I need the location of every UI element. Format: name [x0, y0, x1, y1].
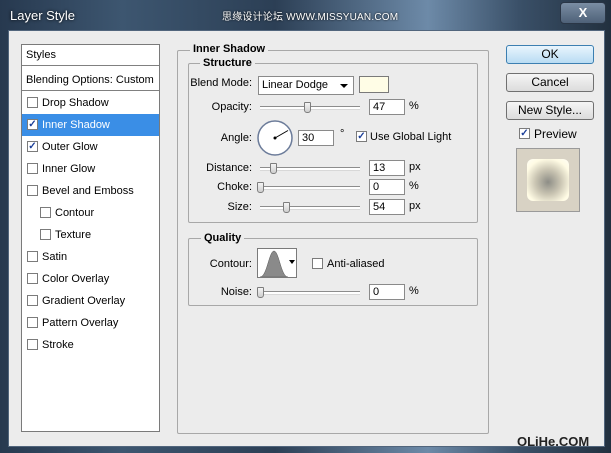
contour-curve-icon — [259, 250, 289, 277]
anti-aliased-checkbox[interactable] — [312, 258, 323, 269]
contour-picker[interactable] — [257, 248, 297, 278]
styles-header[interactable]: Styles — [22, 45, 159, 66]
style-item-label: Satin — [42, 251, 68, 263]
noise-slider-thumb[interactable] — [257, 287, 264, 298]
style-item-label: Inner Glow — [42, 163, 96, 175]
angle-dial[interactable] — [256, 119, 294, 157]
size-input[interactable]: 54 — [369, 199, 405, 215]
style-item-checkbox[interactable] — [27, 119, 38, 130]
style-item-stroke[interactable]: Stroke — [22, 334, 159, 356]
style-item-checkbox[interactable] — [27, 295, 38, 306]
style-item-checkbox[interactable] — [40, 207, 51, 218]
style-item-color-overlay[interactable]: Color Overlay — [22, 268, 159, 290]
size-label: Size: — [227, 201, 252, 213]
style-item-checkbox[interactable] — [27, 163, 38, 174]
style-item-pattern-overlay[interactable]: Pattern Overlay — [22, 312, 159, 334]
style-item-checkbox[interactable] — [27, 273, 38, 284]
choke-slider-track[interactable] — [260, 186, 360, 190]
angle-degree-unit: ° — [340, 128, 345, 140]
styles-list: Styles Blending Options: Custom Drop Sha… — [21, 44, 160, 432]
style-item-label: Bevel and Emboss — [42, 185, 134, 197]
opacity-label: Opacity: — [211, 101, 252, 113]
style-item-inner-shadow[interactable]: Inner Shadow — [22, 114, 159, 136]
style-item-checkbox[interactable] — [27, 185, 38, 196]
size-unit: px — [409, 200, 421, 212]
watermark-text: 思缘设计论坛 WWW.MISSYUAN.COM — [222, 12, 399, 23]
footer-watermark: OLiHe.COM — [517, 434, 590, 449]
choke-input[interactable]: 0 — [369, 179, 405, 195]
use-global-light-label: Use Global Light — [370, 131, 452, 143]
style-item-label: Color Overlay — [42, 273, 110, 285]
style-item-label: Outer Glow — [42, 141, 98, 153]
style-item-texture[interactable]: Texture — [22, 224, 159, 246]
style-item-checkbox[interactable] — [27, 141, 38, 152]
window-title: Layer Style — [10, 8, 76, 23]
style-item-outer-glow[interactable]: Outer Glow — [22, 136, 159, 158]
style-item-label: Contour — [55, 207, 95, 219]
blend-color-swatch[interactable] — [359, 76, 389, 93]
style-item-label: Texture — [55, 229, 92, 241]
noise-slider-track[interactable] — [260, 291, 360, 295]
angle-label: Angle: — [220, 132, 252, 144]
close-button[interactable]: X — [560, 2, 606, 24]
opacity-unit: % — [409, 100, 419, 112]
cancel-button[interactable]: Cancel — [506, 73, 594, 92]
distance-input[interactable]: 13 — [369, 160, 405, 176]
contour-dropdown-icon[interactable] — [289, 260, 295, 264]
preview-checkbox[interactable] — [519, 128, 530, 139]
size-slider-track[interactable] — [260, 206, 360, 210]
blend-mode-label: Blend Mode: — [190, 77, 252, 89]
use-global-light-checkbox[interactable] — [356, 131, 367, 142]
style-item-gradient-overlay[interactable]: Gradient Overlay — [22, 290, 159, 312]
inner-shadow-title: Inner Shadow — [190, 43, 269, 55]
angle-input[interactable]: 30 — [298, 130, 334, 146]
style-item-label: Inner Shadow — [42, 119, 110, 131]
style-item-label: Drop Shadow — [42, 97, 109, 109]
style-item-checkbox[interactable] — [27, 339, 38, 350]
style-item-label: Gradient Overlay — [42, 295, 126, 307]
choke-slider-thumb[interactable] — [257, 182, 264, 193]
style-item-inner-glow[interactable]: Inner Glow — [22, 158, 159, 180]
style-item-label: Stroke — [42, 339, 74, 351]
opacity-slider-thumb[interactable] — [304, 102, 311, 113]
style-item-satin[interactable]: Satin — [22, 246, 159, 268]
choke-label: Choke: — [217, 181, 252, 193]
preview-swatch — [516, 148, 580, 212]
ok-button[interactable]: OK — [506, 45, 594, 64]
anti-aliased-label: Anti-aliased — [327, 258, 385, 270]
preview-label: Preview — [534, 127, 577, 141]
blending-options-item[interactable]: Blending Options: Custom — [22, 70, 159, 91]
opacity-input[interactable]: 47 — [369, 99, 405, 115]
style-item-contour[interactable]: Contour — [22, 202, 159, 224]
style-item-label: Pattern Overlay — [42, 317, 119, 329]
style-item-drop-shadow[interactable]: Drop Shadow — [22, 92, 159, 114]
chevron-down-icon — [340, 84, 348, 88]
distance-slider-thumb[interactable] — [270, 163, 277, 174]
quality-title: Quality — [201, 232, 245, 244]
distance-unit: px — [409, 161, 421, 173]
distance-label: Distance: — [206, 162, 252, 174]
blend-mode-select[interactable]: Linear Dodge — [258, 76, 354, 95]
contour-label: Contour: — [209, 258, 252, 270]
structure-title: Structure — [200, 57, 255, 69]
style-item-bevel-and-emboss[interactable]: Bevel and Emboss — [22, 180, 159, 202]
preview-shape — [527, 159, 569, 201]
blend-mode-value: Linear Dodge — [262, 79, 329, 91]
style-item-checkbox[interactable] — [27, 251, 38, 262]
size-slider-thumb[interactable] — [283, 202, 290, 213]
noise-unit: % — [409, 285, 419, 297]
noise-input[interactable]: 0 — [369, 284, 405, 300]
new-style-button[interactable]: New Style... — [506, 101, 594, 120]
choke-unit: % — [409, 180, 419, 192]
style-item-checkbox[interactable] — [40, 229, 51, 240]
style-item-checkbox[interactable] — [27, 97, 38, 108]
style-item-checkbox[interactable] — [27, 317, 38, 328]
noise-label: Noise: — [220, 286, 252, 298]
